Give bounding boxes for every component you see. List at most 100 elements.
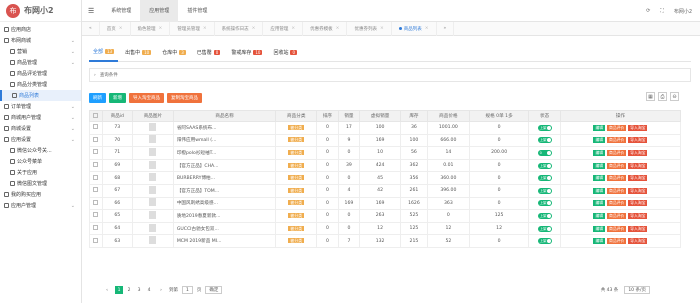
fullscreen-icon[interactable]: ⛶ — [660, 8, 664, 14]
sidebar-item[interactable]: 微信公众号关... — [0, 145, 81, 156]
checkbox[interactable] — [93, 149, 99, 155]
close-icon[interactable]: × — [336, 26, 340, 31]
sidebar-item[interactable]: 商品分类管理 — [0, 79, 81, 90]
action-button[interactable]: 导入淘宝 — [628, 200, 648, 207]
close-icon[interactable]: × — [119, 26, 123, 31]
action-button[interactable]: 商品评价 — [607, 175, 627, 182]
page-tab[interactable]: 系统操作日志 × — [215, 21, 264, 36]
product-name[interactable]: 中国风刺绣高级感... — [172, 196, 277, 211]
product-image[interactable] — [149, 223, 157, 232]
status-toggle[interactable]: 上架 — [537, 137, 552, 144]
page-number[interactable]: 4 — [145, 286, 153, 294]
action-button[interactable]: 编辑 — [593, 162, 606, 169]
columns-icon[interactable]: ▦ — [646, 92, 655, 101]
product-name[interactable]: 省阿SAAS系统布... — [172, 121, 277, 135]
action-button[interactable]: 编辑 — [593, 124, 606, 131]
sidebar-item[interactable]: 营销 ⌄ — [0, 46, 81, 57]
add-button[interactable]: 新增 — [109, 93, 126, 103]
checkbox[interactable] — [93, 237, 99, 243]
product-name[interactable]: 质地2019春夏新款... — [172, 209, 277, 223]
user-menu[interactable]: 布网小2 — [674, 8, 692, 15]
top-nav-item[interactable]: 应用管理 — [140, 0, 179, 22]
checkbox-cell[interactable] — [89, 209, 103, 223]
page-number[interactable]: 2 — [125, 286, 133, 294]
action-button[interactable]: 编辑 — [593, 200, 606, 207]
action-button[interactable]: 导入淘宝 — [628, 187, 648, 194]
checkbox-cell[interactable] — [89, 234, 103, 248]
product-name[interactable]: 【官方正品】CHA... — [172, 158, 277, 173]
confirm-button[interactable]: 确定 — [205, 286, 223, 294]
action-button[interactable]: 编辑 — [593, 137, 606, 144]
action-button[interactable]: 商品评价 — [607, 238, 627, 245]
page-number[interactable]: 1 — [115, 286, 123, 294]
checkbox[interactable] — [93, 199, 99, 205]
checkbox[interactable] — [93, 212, 99, 218]
checkbox[interactable] — [93, 136, 99, 142]
product-image[interactable] — [149, 198, 157, 207]
sidebar-item[interactable]: 商城设置 ⌄ — [0, 123, 81, 134]
status-toggle[interactable]: 0 — [537, 149, 552, 156]
table-row[interactable]: 67 【官方正品】TOM... 被分类 0 4 42 261 396.00 0 上架 编辑 商品评价导… — [89, 183, 682, 198]
page-number[interactable]: 3 — [135, 286, 143, 294]
action-button[interactable]: 导入淘宝 — [628, 137, 648, 144]
action-button[interactable]: 编辑 — [593, 212, 606, 219]
action-button[interactable]: 导入淘宝 — [628, 212, 648, 219]
prev-page-icon[interactable]: ‹ — [103, 286, 111, 294]
sidebar-item[interactable]: 应用商店 — [0, 24, 81, 35]
next-page-icon[interactable]: › — [157, 286, 165, 294]
refresh-icon[interactable]: ⟳ — [646, 8, 650, 14]
checkbox-cell[interactable] — [89, 183, 103, 198]
close-icon[interactable]: × — [380, 26, 384, 31]
sidebar-item[interactable]: 布网商城 ⌄ — [0, 35, 81, 46]
status-toggle[interactable]: 上架 — [537, 200, 552, 207]
product-name[interactable]: 【官方正品】TOM... — [172, 183, 277, 198]
action-button[interactable]: 商品评价 — [607, 200, 627, 207]
checkbox-cell[interactable] — [89, 196, 103, 211]
import-taobao-button[interactable]: 导入淘宝商品 — [129, 93, 164, 103]
action-button[interactable]: 导入淘宝 — [628, 149, 648, 156]
status-toggle[interactable]: 上架 — [537, 225, 552, 232]
sidebar-item[interactable]: 商城用户管理 ⌄ — [0, 112, 81, 123]
page-tab[interactable]: 应用管理 × — [263, 21, 304, 36]
status-tab[interactable]: 警戒库存 10 — [227, 44, 266, 62]
page-tab[interactable]: 管理员管理 × — [170, 21, 215, 36]
checkbox-cell[interactable] — [89, 146, 103, 160]
sidebar-item[interactable]: 商品列表 — [0, 90, 81, 101]
select-all-cell[interactable] — [89, 110, 103, 122]
sidebar-item[interactable]: 微信图文管理 — [0, 178, 81, 189]
status-toggle[interactable]: 上架 — [537, 238, 552, 245]
menu-toggle-icon[interactable]: ☰ — [88, 7, 94, 15]
action-button[interactable]: 商品评价 — [607, 187, 627, 194]
action-button[interactable]: 编辑 — [593, 175, 606, 182]
status-toggle[interactable]: 上架 — [537, 124, 552, 131]
status-toggle[interactable]: 上架 — [537, 212, 552, 219]
product-name[interactable]: MCM 2019新品 MI... — [172, 234, 277, 248]
refresh-button[interactable]: 刷新 — [89, 93, 106, 103]
action-button[interactable]: 导入淘宝 — [628, 175, 648, 182]
sidebar-item[interactable]: 我的购买应用 — [0, 189, 81, 200]
page-input[interactable]: 1 — [182, 286, 193, 294]
status-tab[interactable]: 回收站 0 — [269, 44, 301, 62]
product-name[interactable]: BURBERRY博柏... — [172, 171, 277, 185]
sidebar-item[interactable]: 订单管理 ⌄ — [0, 101, 81, 112]
status-toggle[interactable]: 上架 — [537, 162, 552, 169]
product-name[interactable]: 阳伟应用wmall (... — [172, 133, 277, 148]
sidebar-item[interactable]: 公众号菜单 — [0, 156, 81, 167]
action-button[interactable]: 商品评价 — [607, 149, 627, 156]
product-image[interactable] — [149, 122, 157, 131]
product-name[interactable]: 印橙polo衫短袖T... — [172, 146, 277, 160]
close-icon[interactable]: × — [291, 26, 295, 31]
table-row[interactable]: 64 GUCCI古驰女包双... 被分类 0 0 12 125 12 12 上架 编辑 商品评价 导入淘… — [89, 221, 682, 236]
tabs-prev-icon[interactable]: « — [82, 21, 100, 36]
checkbox[interactable] — [93, 225, 99, 231]
copy-taobao-button[interactable]: 复制淘宝商品 — [167, 93, 202, 103]
action-button[interactable]: 导入淘宝 — [628, 238, 648, 245]
action-button[interactable]: 商品评价 — [607, 225, 627, 232]
product-image[interactable] — [149, 173, 157, 182]
status-tab[interactable]: 已售罄 0 — [193, 44, 225, 62]
checkbox[interactable] — [93, 162, 99, 168]
top-nav-item[interactable]: 系统管理 — [102, 0, 140, 22]
status-tab[interactable]: 出售中 10 — [121, 44, 155, 62]
app-logo[interactable]: 布 布网小2 — [0, 0, 81, 22]
sidebar-item[interactable]: 应用户管理 ⌄ — [0, 200, 81, 211]
